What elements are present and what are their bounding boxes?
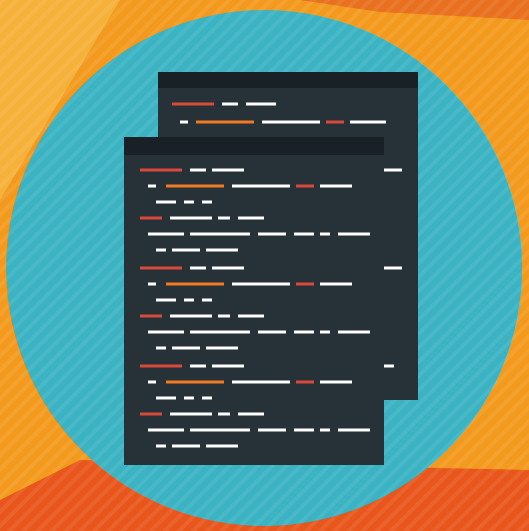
code-line-segment [338, 330, 370, 334]
code-line-segment [190, 364, 206, 368]
code-line-segment [202, 200, 212, 204]
code-line-segment [320, 232, 330, 236]
code-line-segment [140, 266, 182, 270]
code-line-segment [326, 120, 344, 124]
code-line-segment [258, 232, 286, 236]
code-line-segment [172, 346, 200, 350]
code-line-segment [190, 168, 206, 172]
code-line-segment [190, 232, 250, 236]
code-line-segment [148, 282, 156, 286]
code-line-segment [294, 330, 314, 334]
code-line-segment [184, 396, 194, 400]
code-line-segment [140, 314, 162, 318]
code-line-segment [166, 184, 224, 188]
code-line-segment [320, 380, 352, 384]
code-line-segment [218, 314, 230, 318]
code-line-segment [148, 428, 184, 432]
code-line-segment [296, 282, 314, 286]
code-line-segment [238, 216, 264, 220]
code-line-segment [172, 102, 214, 106]
code-line-segment [238, 412, 264, 416]
code-line-segment [202, 298, 212, 302]
code-line-segment [156, 444, 166, 448]
code-line-segment [156, 346, 166, 350]
code-line-segment [140, 168, 182, 172]
code-line-segment [212, 364, 244, 368]
code-line-segment [222, 102, 238, 106]
code-line-segment [296, 380, 314, 384]
code-line-segment [296, 184, 314, 188]
code-line-segment [156, 396, 176, 400]
code-line-segment [212, 168, 244, 172]
code-files-illustration [0, 0, 529, 531]
code-line-segment [140, 364, 182, 368]
code-line-segment [350, 120, 386, 124]
code-line-segment [294, 232, 314, 236]
code-line-segment [384, 168, 402, 172]
code-line-segment [190, 428, 250, 432]
code-line-segment [262, 120, 320, 124]
code-line-segment [156, 200, 176, 204]
code-line-segment [202, 396, 212, 400]
code-line-segment [148, 184, 156, 188]
code-line-segment [320, 282, 352, 286]
code-line-segment [190, 330, 250, 334]
code-line-segment [320, 184, 352, 188]
code-line-segment [170, 412, 212, 416]
code-line-segment [320, 428, 330, 432]
code-line-segment [294, 428, 314, 432]
code-line-segment [190, 266, 206, 270]
code-line-segment [148, 330, 184, 334]
code-line-segment [232, 282, 290, 286]
code-line-segment [170, 216, 212, 220]
code-line-segment [206, 444, 238, 448]
code-line-segment [172, 248, 200, 252]
code-line-segment [156, 298, 176, 302]
code-line-segment [258, 330, 286, 334]
code-line-segment [166, 380, 224, 384]
code-line-segment [166, 282, 224, 286]
code-line-segment [218, 412, 230, 416]
code-line-segment [212, 266, 244, 270]
code-line-segment [196, 120, 254, 124]
code-line-segment [384, 364, 394, 368]
code-line-segment [148, 380, 156, 384]
code-line-segment [172, 444, 200, 448]
code-line-segment [338, 428, 370, 432]
code-line-segment [232, 184, 290, 188]
code-line-segment [238, 314, 264, 318]
code-line-segment [338, 232, 370, 236]
code-line-segment [140, 216, 162, 220]
code-line-segment [246, 102, 276, 106]
code-line-segment [184, 200, 194, 204]
code-line-segment [170, 314, 212, 318]
code-line-segment [384, 266, 402, 270]
code-line-segment [320, 330, 330, 334]
code-line-segment [184, 298, 194, 302]
code-line-segment [180, 120, 188, 124]
code-line-segment [206, 346, 238, 350]
code-line-segment [218, 216, 230, 220]
code-line-segment [232, 380, 290, 384]
code-line-segment [156, 248, 166, 252]
code-line-segment [148, 232, 184, 236]
code-line-segment [206, 248, 238, 252]
code-line-segment [258, 428, 286, 432]
code-line-segment [140, 412, 162, 416]
